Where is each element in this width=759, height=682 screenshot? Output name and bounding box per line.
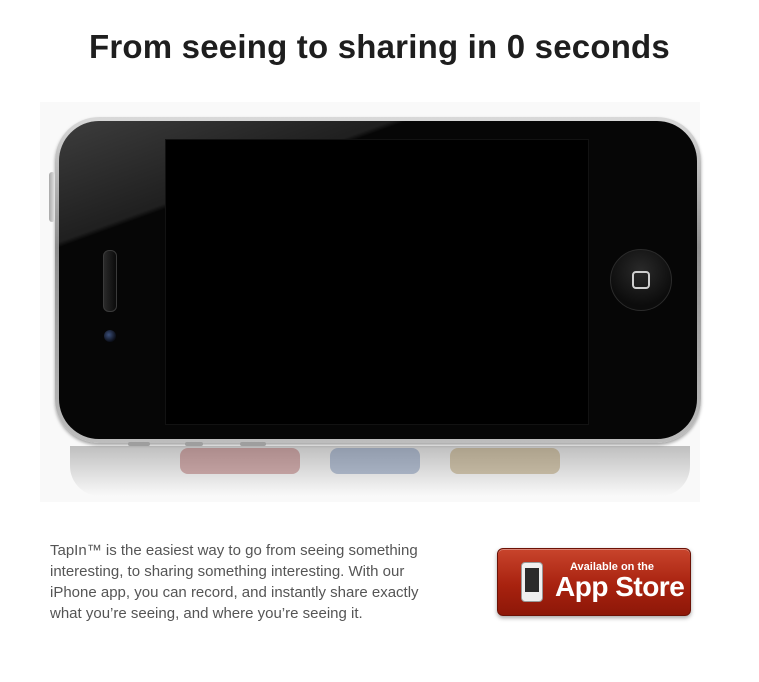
reflection-detail [180,448,300,474]
iphone-screen [165,139,589,425]
earpiece-speaker [103,250,117,312]
app-store-button[interactable]: Available on the App Store [497,548,691,616]
bottom-button [240,442,266,446]
iphone-icon [521,562,543,602]
home-square-icon [632,271,650,289]
volume-button [49,172,55,222]
front-camera [104,330,116,342]
reflection-detail [450,448,560,474]
bottom-button [185,442,203,446]
bottom-button [128,442,150,446]
app-description: TapIn™ is the easiest way to go from see… [50,542,419,622]
reflection-detail [330,448,420,474]
app-store-big-label: App Store [555,571,685,602]
page-headline: From seeing to sharing in 0 seconds [89,28,670,65]
home-button [610,249,672,311]
